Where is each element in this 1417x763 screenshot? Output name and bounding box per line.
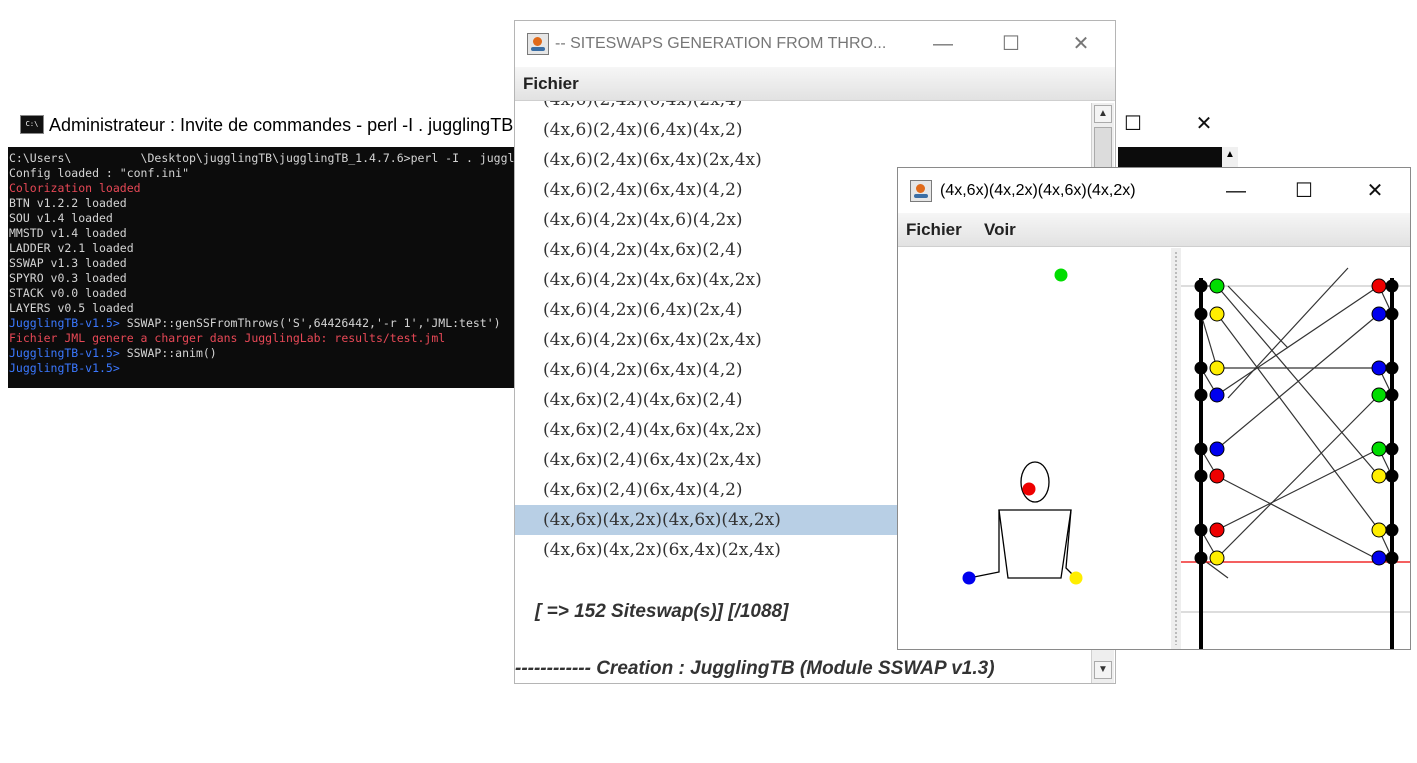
cmd-line-text: SPYRO v0.3 loaded: [9, 271, 127, 285]
cmd-line: C:\Users\ \Desktop\jugglingTB\jugglingTB…: [9, 151, 518, 166]
siteswap-row-text: (4x,6)(4,2x)(4x,6x)(2,4): [543, 240, 743, 260]
cmd-line-text: Fichier JML genere a charger dans Juggli…: [9, 331, 446, 345]
siteswap-row-text: (4x,6)(4,2x)(6x,4x)(4,2): [543, 360, 743, 380]
cmd-line-text: Colorization loaded: [9, 181, 141, 195]
siteswap-row-text: (4x,6)(4,2x)(6x,4x)(2x,4x): [543, 330, 762, 350]
java-app-icon: [527, 33, 549, 55]
cmd-window-title: Administrateur : Invite de commandes - p…: [49, 115, 514, 135]
animation-menubar: Fichier Voir: [898, 213, 1410, 247]
siteswap-row-text: (4x,6x)(4x,2x)(4x,6x)(4x,2x): [543, 510, 781, 530]
siteswaps-footer: ------------ Creation : JugglingTB (Modu…: [515, 658, 995, 679]
close-icon[interactable]: ✕: [1061, 29, 1101, 59]
cmd-line: JugglingTB-v1.5> SSWAP::anim(): [9, 346, 518, 361]
cmd-line-text: STACK v0.0 loaded: [9, 286, 127, 300]
siteswap-row-text: (4x,6x)(2,4)(6x,4x)(4,2): [543, 480, 743, 500]
siteswap-row-text: (4x,6x)(2,4)(4x,6x)(4x,2x): [543, 420, 762, 440]
siteswap-row-text: (4x,6)(2,4x)(6,4x)(4x,2): [543, 120, 743, 140]
siteswap-row-text: (4x,6x)(2,4)(4x,6x)(2,4): [543, 390, 743, 410]
close-icon[interactable]: ✕: [1184, 109, 1224, 139]
cmd-line: SPYRO v0.3 loaded: [9, 271, 518, 286]
close-icon[interactable]: ✕: [1355, 176, 1395, 206]
animation-titlebar[interactable]: (4x,6x)(4x,2x)(4x,6x)(4x,2x) — ☐ ✕: [898, 168, 1410, 213]
cmd-line-text: BTN v1.2.2 loaded: [9, 196, 127, 210]
siteswap-row-text: (4x,6)(2,4x)(6x,4x)(4,2): [543, 180, 743, 200]
siteswap-row[interactable]: (4x,6)(2,4x)(6,4x)(4x,2): [515, 115, 1089, 145]
juggling-animation-svg: [898, 248, 1410, 649]
siteswap-row-text: (4x,6)(4,2x)(6,4x)(2x,4): [543, 300, 743, 320]
cmd-line: MMSTD v1.4 loaded: [9, 226, 518, 241]
siteswaps-window-title: -- SITESWAPS GENERATION FROM THRO...: [555, 35, 887, 52]
cmd-line-text: MMSTD v1.4 loaded: [9, 226, 127, 240]
cmd-line-text: LADDER v2.1 loaded: [9, 241, 134, 255]
siteswaps-summary: [ => 152 Siteswap(s)] [/1088]: [535, 601, 789, 622]
siteswap-row-text: (4x,6x)(2,4)(6x,4x)(2x,4x): [543, 450, 762, 470]
minimize-icon[interactable]: —: [1216, 176, 1256, 206]
cmd-console-output[interactable]: C:\Users\ \Desktop\jugglingTB\jugglingTB…: [8, 147, 518, 388]
ball-blue: [962, 571, 976, 585]
cmd-line: Colorization loaded: [9, 181, 518, 196]
cmd-line: BTN v1.2.2 loaded: [9, 196, 518, 211]
cmd-lines: C:\Users\ \Desktop\jugglingTB\jugglingTB…: [9, 151, 518, 376]
cmd-line: STACK v0.0 loaded: [9, 286, 518, 301]
cmd-line: JugglingTB-v1.5>: [9, 361, 518, 376]
cmd-line-command: SSWAP::anim(): [126, 346, 217, 360]
siteswap-row-text: (4x,6)(4,2x)(4x,6x)(4x,2x): [543, 270, 762, 290]
java-app-icon: [910, 180, 932, 202]
ball-yellow: [1069, 571, 1083, 585]
minimize-icon[interactable]: —: [923, 29, 963, 59]
siteswaps-menubar: Fichier: [515, 67, 1115, 101]
cmd-app-icon: C:\: [20, 115, 44, 134]
cmd-line-text: C:\Users\ \Desktop\jugglingTB\jugglingTB…: [9, 151, 518, 165]
cmd-line: JugglingTB-v1.5> SSWAP::genSSFromThrows(…: [9, 316, 518, 331]
siteswap-row-text: (4x,6)(2,4x)(6,4x)(2x,4): [543, 101, 743, 110]
cmd-line: SOU v1.4 loaded: [9, 211, 518, 226]
cmd-line: Config loaded : "conf.ini": [9, 166, 518, 181]
siteswap-row-text: (4x,6)(4,2x)(4x,6)(4,2x): [543, 210, 743, 230]
siteswap-row[interactable]: (4x,6)(2,4x)(6,4x)(2x,4): [515, 101, 1089, 115]
menu-fichier[interactable]: Fichier: [906, 220, 962, 240]
animation-window[interactable]: (4x,6x)(4x,2x)(4x,6x)(4x,2x) — ☐ ✕ Fichi…: [897, 167, 1411, 650]
cmd-line: Fichier JML genere a charger dans Juggli…: [9, 331, 518, 346]
cmd-line: SSWAP v1.3 loaded: [9, 256, 518, 271]
animation-canvas[interactable]: [898, 248, 1410, 649]
animation-window-title: (4x,6x)(4x,2x)(4x,6x)(4x,2x): [940, 182, 1136, 199]
siteswap-row-text: (4x,6)(2,4x)(6x,4x)(2x,4x): [543, 150, 762, 170]
cmd-line: LAYERS v0.5 loaded: [9, 301, 518, 316]
scroll-up-icon[interactable]: ▲: [1224, 149, 1236, 161]
cmd-line-text: JugglingTB-v1.5>: [9, 316, 127, 330]
menu-fichier[interactable]: Fichier: [523, 74, 579, 94]
siteswap-row-text: (4x,6x)(4x,2x)(6x,4x)(2x,4x): [543, 540, 781, 560]
menu-voir[interactable]: Voir: [984, 220, 1016, 240]
maximize-icon[interactable]: ☐: [1284, 176, 1324, 206]
ball-red: [1022, 482, 1036, 496]
cmd-line-text: SOU v1.4 loaded: [9, 211, 113, 225]
siteswaps-titlebar[interactable]: -- SITESWAPS GENERATION FROM THRO... — ☐…: [515, 21, 1115, 67]
cmd-line-text: JugglingTB-v1.5>: [9, 346, 127, 360]
cmd-line-command: SSWAP::genSSFromThrows('S',64426442,'-r …: [126, 316, 501, 330]
ladder-diagram: [1181, 267, 1410, 649]
maximize-icon[interactable]: ☐: [1113, 109, 1153, 139]
juggler-view: [898, 248, 1170, 649]
cmd-line-text: LAYERS v0.5 loaded: [9, 301, 134, 315]
cmd-line-text: Config loaded : "conf.ini": [9, 166, 190, 180]
cmd-line-text: JugglingTB-v1.5>: [9, 361, 120, 375]
scroll-down-icon[interactable]: ▼: [1094, 661, 1112, 679]
scroll-up-icon[interactable]: ▲: [1094, 105, 1112, 123]
cmd-line-text: SSWAP v1.3 loaded: [9, 256, 127, 270]
maximize-icon[interactable]: ☐: [991, 29, 1031, 59]
cmd-line: LADDER v2.1 loaded: [9, 241, 518, 256]
ball-green: [1054, 268, 1068, 282]
